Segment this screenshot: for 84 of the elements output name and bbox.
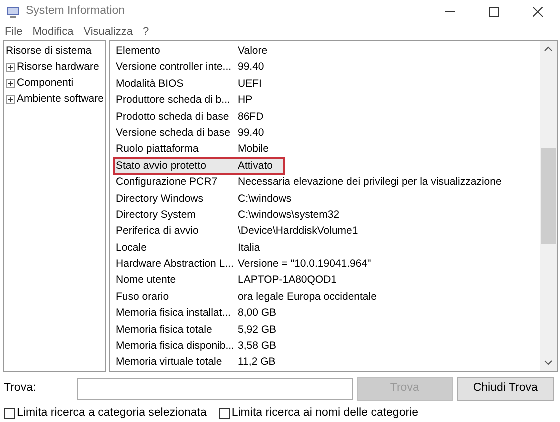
column-header[interactable]: Valore [236, 43, 268, 60]
list-row[interactable]: Ruolo piattaforma Mobile [114, 141, 540, 158]
list-row[interactable]: Modalità BIOS UEFI [114, 76, 540, 92]
search-field[interactable] [77, 378, 352, 400]
highlight-box[interactable]: Stato avvio protetto Attivato [114, 158, 284, 174]
table-cell-text: Memoria fisica installat... [115, 306, 232, 322]
scrollbar-thumb[interactable] [541, 148, 556, 244]
table-cell-text: Directory System [115, 208, 197, 223]
table-cell-text: Periferica di avvio [115, 224, 200, 240]
table-cell-text: C:\windows\system32 [237, 208, 340, 223]
table-cell-text: Mobile [237, 142, 269, 158]
table-cell-text: Fuso orario [115, 290, 170, 305]
table-cell-text: C:\windows [237, 192, 292, 207]
maximize-icon [489, 7, 499, 17]
close-find-button[interactable]: Chiudi Trova [457, 376, 554, 401]
scroll-up-icon[interactable] [544, 45, 553, 54]
table-cell-text: 99.40 [237, 60, 264, 76]
table-cell-text: Attivato [237, 158, 274, 174]
table-cell-text: Produttore scheda di b... [115, 93, 232, 108]
list-row[interactable]: Produttore scheda di b... HP [114, 92, 540, 109]
table-cell-text: ora legale Europa occidentale [237, 290, 377, 305]
table-cell-text: Versione scheda di base [115, 126, 232, 141]
checkbox[interactable] [4, 408, 15, 419]
checkbox-label[interactable]: Limita ricerca a categoria selezionata [17, 404, 207, 422]
table-cell-text: \Device\HarddiskVolume1 [237, 224, 358, 240]
list-row[interactable]: Prodotto scheda di base 86FD [114, 108, 540, 125]
table-cell-text: Nome utente [115, 273, 178, 288]
scroll-down-icon[interactable] [544, 358, 553, 367]
table-cell-text: Prodotto scheda di base [115, 110, 230, 125]
table-cell-text: Configurazione PCR7 [115, 175, 219, 190]
table-cell-text: Versione controller inte... [115, 60, 233, 76]
tree-item[interactable]: Ambiente software [17, 91, 104, 107]
table-cell-text: 86FD [237, 110, 264, 125]
list-row[interactable]: Directory System C:\windows\system32 [114, 206, 540, 224]
list-row[interactable]: Locale Italia [114, 240, 540, 256]
expand-icon[interactable] [6, 78, 15, 88]
table-cell-text: 99.40 [237, 126, 264, 141]
table-cell-text: Modalità BIOS [115, 76, 185, 92]
table-cell-text: Stato avvio protetto [115, 158, 208, 174]
expand-icon[interactable] [6, 62, 15, 72]
tree-item[interactable]: Risorse di sistema [6, 43, 103, 59]
table-cell-text: 5,92 GB [237, 322, 277, 338]
find-label: Trova: [4, 381, 38, 396]
window-title: System Information [26, 4, 126, 20]
table-cell-text: Locale [115, 240, 148, 256]
list-row[interactable]: Hardware Abstraction L... Versione = "10.0.19041.964" [114, 256, 540, 272]
table-cell-text: LAPTOP-1A80QOD1 [237, 273, 338, 288]
list-row[interactable]: Versione controller inte... 99.40 [114, 59, 540, 76]
list-row[interactable]: Memoria fisica totale 5,92 GB [114, 322, 540, 338]
table-cell-text: 3,58 GB [237, 339, 277, 354]
checkbox[interactable] [218, 408, 230, 419]
list-row[interactable]: Directory Windows C:\windows [114, 190, 540, 207]
menu-item[interactable]: ? [143, 24, 150, 40]
table-cell-text: Memoria fisica disponib... [115, 339, 236, 354]
table-cell-text: Necessaria elevazione dei privilegi per la visualizzazione [237, 175, 502, 190]
table-cell-text: Memoria fisica totale [115, 322, 214, 338]
list-row[interactable]: Periferica di avvio \Device\HarddiskVolume1 [114, 223, 540, 240]
table-cell-text: Italia [237, 240, 260, 256]
menu-item[interactable]: Visualizza [84, 24, 134, 40]
close-icon [533, 7, 543, 17]
checkbox-label[interactable]: Limita ricerca ai nomi delle categorie [232, 404, 418, 422]
table-cell-text: Directory Windows [115, 192, 205, 207]
menu-item[interactable]: Modifica [32, 24, 74, 40]
list-row[interactable]: Memoria virtuale totale 11,2 GB [114, 354, 540, 371]
list-row[interactable]: Fuso orario ora legale Europa occidentale [114, 288, 540, 306]
tree-item[interactable]: Risorse hardware [17, 59, 100, 75]
list-row[interactable]: Configurazione PCR7 Necessaria elevazione dei privilegi per la visualizzazione [114, 174, 540, 191]
tree-item[interactable]: Componenti [17, 75, 74, 91]
table-cell-text: 11,2 GB [237, 355, 276, 370]
list-row[interactable]: Versione scheda di base 99.40 [114, 124, 540, 142]
table-cell-text: Memoria virtuale totale [115, 355, 224, 370]
list-row[interactable]: Memoria fisica disponib... 3,58 GB [114, 338, 540, 354]
expand-icon[interactable] [6, 94, 15, 104]
table-cell-text: Hardware Abstraction L... [115, 257, 235, 272]
table-cell-text: Versione = "10.0.19041.964" [237, 257, 372, 272]
list-row[interactable]: Nome utente LAPTOP-1A80QOD1 [114, 272, 540, 289]
table-cell-text: HP [237, 93, 253, 108]
menu-item[interactable]: File [5, 24, 23, 40]
column-header[interactable]: Elemento [114, 43, 236, 60]
table-cell-text: UEFI [237, 76, 262, 92]
list-row[interactable]: Memoria fisica installat... 8,00 GB [114, 305, 540, 322]
table-cell-text: Ruolo piattaforma [115, 142, 200, 158]
table-cell-text: 8,00 GB [237, 306, 277, 322]
app-icon [6, 5, 20, 19]
